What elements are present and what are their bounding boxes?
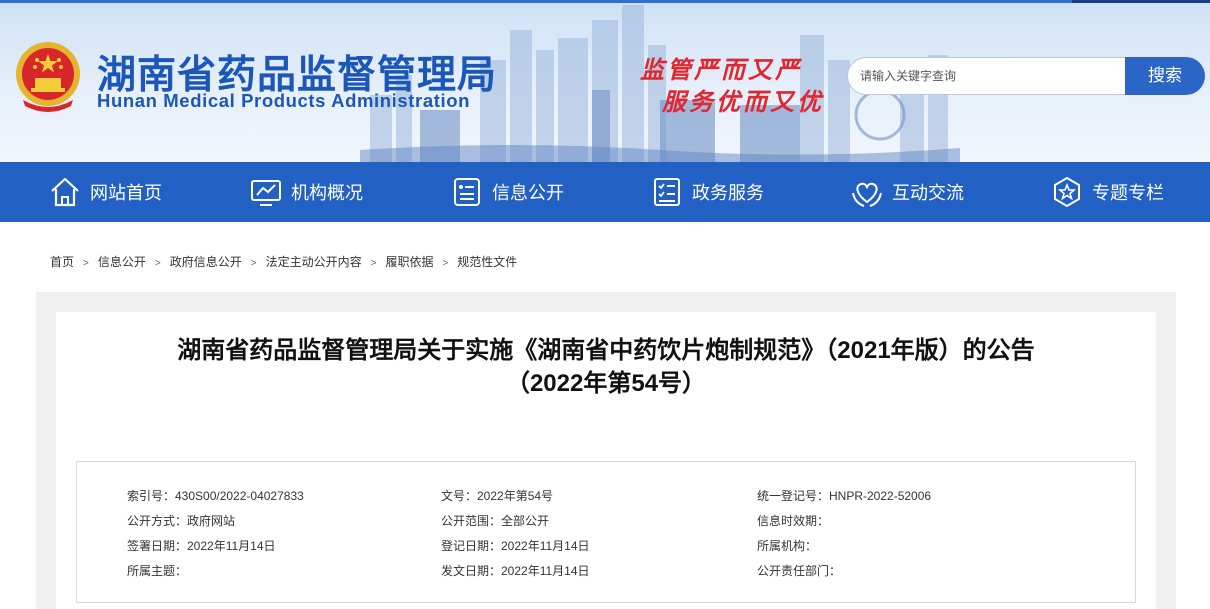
heart-hands-icon	[852, 182, 882, 207]
breadcrumb-separator: >	[442, 258, 449, 269]
breadcrumb-separator: >	[83, 258, 89, 269]
nav-item-info[interactable]: 信息公开	[450, 162, 564, 222]
meta-doc-number: 文号：2022年第54号	[441, 489, 554, 503]
breadcrumb-normative-docs[interactable]: 规范性文件	[457, 255, 517, 269]
breadcrumb-separator: >	[250, 258, 257, 269]
meta-responsible-dept: 公开责任部门：	[757, 564, 842, 578]
info-list-icon	[454, 178, 480, 206]
site-header: 湖南省药品监督管理局 Hunan Medical Products Admini…	[0, 0, 1210, 162]
nav-label-topics: 专题专栏	[1092, 183, 1164, 203]
nav-label-services: 政务服务	[692, 183, 764, 203]
meta-unified-register-number: 统一登记号：HNPR-2022-52006	[757, 489, 932, 503]
breadcrumb-info-public[interactable]: 信息公开	[98, 255, 146, 269]
nav-label-interaction: 互动交流	[892, 183, 964, 203]
chart-monitor-icon	[251, 180, 281, 206]
meta-index-number: 索引号：430S00/2022-04027833	[127, 489, 304, 503]
meta-issue-date: 发文日期：2022年11月14日	[441, 564, 590, 578]
slogan-line-2: 服务优而又优	[662, 87, 824, 116]
meta-topic: 所属主题：	[127, 564, 188, 578]
breadcrumb-gov-info[interactable]: 政府信息公开	[170, 255, 242, 269]
article-title-line-1: 湖南省药品监督管理局关于实施《湖南省中药饮片炮制规范》（2021年版）的公告	[177, 337, 1035, 364]
meta-sign-date: 签署日期：2022年11月14日	[127, 539, 276, 553]
nav-label-home: 网站首页	[90, 183, 162, 203]
breadcrumb-separator: >	[154, 258, 161, 269]
nav-item-topics[interactable]: 专题专栏	[1050, 162, 1164, 222]
breadcrumb-separator: >	[370, 258, 377, 269]
search-button[interactable]: 搜索	[1125, 57, 1205, 95]
site-logo-subtitle: Hunan Medical Products Administration	[97, 90, 471, 111]
checklist-icon	[654, 178, 680, 206]
nav-item-home[interactable]: 网站首页	[48, 162, 162, 222]
article-title-line-2: （2022年第54号）	[505, 370, 707, 397]
article-meta-table: 索引号：430S00/2022-04027833 公开方式：政府网站 签署日期：…	[76, 461, 1136, 603]
meta-validity: 信息时效期：	[757, 514, 830, 528]
star-badge-icon	[1054, 176, 1080, 208]
nav-item-services[interactable]: 政务服务	[650, 162, 764, 222]
header-top-accent	[1072, 0, 1210, 3]
home-icon	[51, 177, 79, 207]
nav-item-about[interactable]: 机构概况	[249, 162, 363, 222]
nav-label-info: 信息公开	[492, 183, 564, 203]
nav-item-interaction[interactable]: 互动交流	[850, 162, 964, 222]
meta-publish-method: 公开方式：政府网站	[127, 514, 236, 528]
main-nav: 网站首页 机构概况 信息公开 政务服务 互动交流 专题专栏	[0, 162, 1210, 222]
breadcrumb-duty-basis[interactable]: 履职依据	[385, 255, 433, 269]
article-title: 湖南省药品监督管理局关于实施《湖南省中药饮片炮制规范》（2021年版）的公告 （…	[56, 334, 1156, 400]
breadcrumb-home[interactable]: 首页	[50, 255, 74, 269]
search-input[interactable]	[847, 57, 1127, 95]
nav-label-about: 机构概况	[291, 183, 363, 203]
meta-organization: 所属机构：	[757, 539, 818, 553]
meta-publish-scope: 公开范围：全部公开	[441, 514, 550, 528]
national-emblem-icon	[16, 42, 80, 112]
breadcrumb: 首页 > 信息公开 > 政府信息公开 > 法定主动公开内容 > 履职依据 > 规范性文件	[50, 253, 517, 270]
breadcrumb-legal-content[interactable]: 法定主动公开内容	[266, 255, 362, 269]
search-box: 搜索	[847, 57, 1205, 95]
slogan-line-1: 监管严而又严	[640, 55, 802, 84]
meta-register-date: 登记日期：2022年11月14日	[441, 539, 590, 553]
